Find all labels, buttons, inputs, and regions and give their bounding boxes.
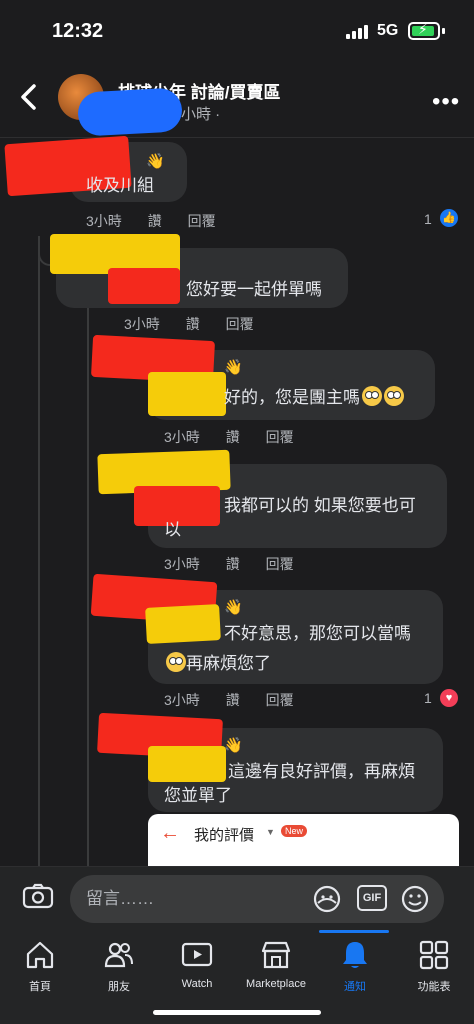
wave-icon: 👋 bbox=[224, 737, 243, 754]
wave-icon: 👋 bbox=[224, 359, 243, 376]
home-icon bbox=[26, 941, 54, 969]
reply-link[interactable]: 回覆 bbox=[266, 556, 294, 572]
comment-meta: 3小時 讚 回覆 bbox=[164, 427, 316, 447]
tab-label: Marketplace bbox=[246, 978, 306, 990]
post-header: 排球少年 討論/買賣區 小時 · ••• bbox=[0, 62, 474, 138]
tab-label: 功能表 bbox=[417, 981, 451, 993]
reply-link[interactable]: 回覆 bbox=[226, 316, 254, 332]
like-link[interactable]: 讚 bbox=[148, 213, 162, 229]
watch-icon bbox=[181, 942, 213, 967]
like-reaction-icon[interactable]: 👍 bbox=[440, 209, 458, 227]
flushed-emoji-icon bbox=[166, 652, 186, 672]
status-bar: 12:32 5G ⚡ bbox=[0, 0, 474, 62]
tab-label: 通知 bbox=[344, 981, 366, 993]
emoji-icon[interactable] bbox=[400, 885, 430, 913]
redaction-mark bbox=[76, 87, 184, 137]
signal-icon bbox=[346, 25, 370, 39]
comment-meta: 3小時 讚 回覆 bbox=[124, 314, 276, 334]
tab-watch[interactable]: Watch bbox=[157, 940, 237, 990]
left-arrow-icon: ← bbox=[160, 822, 180, 844]
comment-meta: 3小時 讚 回覆 bbox=[86, 211, 238, 231]
comment-text-line: 不好意思，那您可以當嗎 bbox=[224, 624, 411, 643]
status-time: 12:32 bbox=[52, 20, 104, 42]
flushed-emoji-icon bbox=[384, 386, 404, 406]
wave-icon: 👋 bbox=[146, 153, 165, 170]
wave-icon: 👋 bbox=[224, 599, 243, 616]
like-link[interactable]: 讚 bbox=[186, 316, 200, 332]
comment-text-line: 這邊有良好評價，再麻煩 bbox=[228, 762, 415, 781]
tab-label: Watch bbox=[181, 978, 213, 990]
like-link[interactable]: 讚 bbox=[226, 429, 240, 445]
active-tab-indicator bbox=[319, 930, 389, 933]
caret-down-icon: ▼ bbox=[266, 827, 275, 837]
image-preview-card[interactable]: ← 我的評價 ▼ New bbox=[148, 814, 459, 866]
thread-line bbox=[87, 290, 89, 866]
redaction-mark bbox=[145, 604, 221, 644]
tab-notifications[interactable]: 通知 bbox=[315, 940, 395, 994]
comment-text: 您好要一起併單嗎 bbox=[186, 280, 322, 299]
comment-text-content: 好的，您是團主嗎 bbox=[224, 388, 360, 407]
home-indicator bbox=[153, 1010, 321, 1015]
tab-label: 首頁 bbox=[29, 981, 51, 993]
comment-text-content: 再麻煩您了 bbox=[186, 654, 271, 673]
comment-text-line: 我都可以的 如果您要也可 bbox=[224, 496, 416, 515]
new-badge: New bbox=[281, 825, 308, 837]
tab-home[interactable]: 首頁 bbox=[0, 940, 80, 994]
comment-composer: GIF bbox=[0, 866, 474, 930]
comment-time: 3小時 bbox=[86, 213, 122, 229]
reaction-count: 1 bbox=[424, 690, 432, 706]
network-label: 5G bbox=[377, 22, 399, 39]
like-link[interactable]: 讚 bbox=[226, 692, 240, 708]
comment-text-line: 以 bbox=[164, 520, 181, 539]
redaction-mark bbox=[108, 268, 180, 304]
tab-menu[interactable]: 功能表 bbox=[394, 940, 474, 994]
comment-time: 3小時 bbox=[164, 692, 200, 708]
camera-icon[interactable] bbox=[22, 883, 54, 909]
reaction-count: 1 bbox=[424, 211, 432, 227]
tab-label: 朋友 bbox=[108, 981, 130, 993]
battery-icon: ⚡ bbox=[408, 21, 440, 40]
redaction-mark bbox=[148, 372, 226, 416]
back-icon[interactable] bbox=[16, 82, 42, 112]
bell-icon bbox=[343, 942, 367, 968]
thread-line bbox=[38, 236, 40, 866]
comment-input[interactable] bbox=[70, 875, 444, 923]
post-subtitle: 小時 · bbox=[181, 106, 221, 123]
friends-icon bbox=[104, 942, 133, 968]
comment-text-line: 您並單了 bbox=[164, 786, 232, 805]
redaction-mark bbox=[148, 746, 226, 782]
comment-meta: 3小時 讚 回覆 bbox=[164, 690, 316, 710]
reply-link[interactable]: 回覆 bbox=[188, 213, 216, 229]
gif-button[interactable]: GIF bbox=[357, 885, 387, 911]
battery-cap bbox=[442, 28, 445, 34]
flushed-emoji-icon bbox=[362, 386, 382, 406]
menu-icon bbox=[419, 940, 449, 970]
comment-time: 3小時 bbox=[124, 316, 160, 332]
tab-marketplace[interactable]: Marketplace bbox=[236, 940, 316, 990]
heart-reaction-icon[interactable]: ♥ bbox=[440, 689, 458, 707]
comment-text: 收及川組 bbox=[86, 176, 154, 195]
more-options-icon[interactable]: ••• bbox=[432, 88, 460, 116]
comment-text-line: 再麻煩您了 bbox=[164, 650, 271, 678]
marketplace-icon bbox=[261, 941, 291, 969]
thread-branch bbox=[38, 236, 50, 266]
comment-time: 3小時 bbox=[164, 556, 200, 572]
comment-time: 3小時 bbox=[164, 429, 200, 445]
comment-meta: 3小時 讚 回覆 bbox=[164, 554, 316, 574]
avatar-sticker-icon[interactable] bbox=[312, 885, 342, 913]
reply-link[interactable]: 回覆 bbox=[266, 692, 294, 708]
reply-link[interactable]: 回覆 bbox=[266, 429, 294, 445]
card-title: 我的評價 bbox=[194, 827, 255, 844]
like-link[interactable]: 讚 bbox=[226, 556, 240, 572]
tab-friends[interactable]: 朋友 bbox=[79, 940, 159, 994]
comment-text: 好的，您是團主嗎 bbox=[224, 384, 404, 412]
